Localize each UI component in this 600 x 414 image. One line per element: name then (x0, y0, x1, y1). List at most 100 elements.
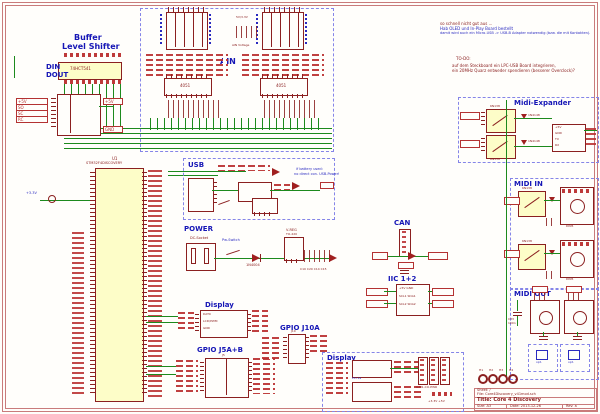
midi-expander-conn-row1: GND (555, 132, 562, 135)
title-block-file: File: Core4Discovery_v41mod.sch (477, 393, 536, 397)
din-socket-circle (570, 252, 585, 267)
buffer-section-title-line2: Level Shifter (62, 43, 120, 51)
midi-out-din2 (564, 300, 594, 334)
ain-header1-slots (167, 13, 205, 47)
gpio-j5-section-title: GPIO J5A+B (197, 347, 243, 354)
din-dout-connector (57, 94, 101, 136)
ain-config-label1: 5V/3.3V (236, 16, 248, 19)
usb-note-2: no direct con. USB-Power! (294, 173, 340, 177)
usb-connector (188, 178, 214, 212)
net-label (366, 288, 388, 296)
mcu-pins-left (90, 172, 95, 396)
transistor-symbol (48, 195, 56, 203)
hole-label-2: H2 (489, 369, 493, 372)
midi-out-cap-value: 100n (508, 322, 516, 325)
net-label: GND (103, 126, 123, 133)
display1-row-0: DAT0 (203, 313, 211, 316)
display2-wire (390, 368, 418, 369)
display1-net-labels-right (252, 310, 268, 332)
ain-mux2-pins-bottom (262, 94, 304, 98)
din-dout-title-line2: DOUT (46, 72, 68, 79)
display2-rails-label: +3.3V +5V (428, 400, 445, 403)
note2-line2: ein 20MHz Quarz entweder spendieren (bes… (452, 69, 575, 73)
usb-sub-ic-pins (254, 212, 274, 216)
midi-in-din1-label: DIN5 (566, 225, 573, 228)
midi-expander-wire-3 (584, 130, 597, 131)
net-label (460, 112, 480, 120)
net-label: +5V (103, 98, 123, 105)
display1-net-labels-left (178, 312, 194, 332)
display2-header1-pins (420, 359, 424, 381)
gpio-j10-pins-right (305, 337, 309, 359)
midi-expander-conn-row3: RX (555, 144, 559, 147)
hole-label-1: H1 (479, 369, 483, 372)
midi-in-r2 (546, 271, 556, 279)
midi-expander-wire-1 (514, 118, 552, 119)
hole-label-4: H4 (509, 369, 513, 372)
net-label (532, 286, 548, 293)
display1-pins-left (195, 314, 199, 332)
display1-row-1: LCD/PWM (203, 320, 217, 323)
ain-header1-note-right (209, 14, 211, 46)
midi-expander-conn-row2: TX (555, 138, 559, 141)
midi-expander-opto2 (486, 135, 516, 159)
usb-connector-pins (213, 182, 217, 206)
midi-in-din2-pins (562, 242, 590, 246)
midi-out-cap-wire-top (517, 300, 518, 311)
ain-header2-slots (263, 13, 301, 47)
mounting-hole-2 (488, 374, 498, 384)
iic-row-0: +5V GND (399, 287, 413, 290)
display2-sub-label: A-M1-CO-PWR (416, 386, 437, 389)
midi-expander-wire-2 (514, 146, 552, 147)
title-block-rev: Rev: a (566, 405, 577, 409)
din-dout-pins-left (51, 98, 56, 128)
title-block-vdiv1 (506, 404, 507, 409)
opto-diagonal (524, 197, 539, 208)
opto-diagonal (524, 250, 539, 261)
note2-heading: TO-DO: (456, 57, 471, 61)
display2-header2-pins (431, 359, 435, 381)
mcu-body (95, 168, 144, 402)
midi-in-r1 (546, 218, 556, 226)
power-caps (304, 250, 330, 262)
mounting-hole-4 (508, 374, 518, 384)
power-diode (252, 254, 260, 262)
title-block-size: Size: A3 (477, 405, 491, 409)
midi-out-cap-wire-bot (517, 316, 518, 326)
ain-bus-drops (150, 118, 322, 130)
display2-net-labels-left (326, 362, 348, 396)
midi-in-din2-label: DIN5 (566, 278, 573, 281)
iic-row-2: SCL2 SDA2 (399, 303, 416, 306)
gpio-j5-divider (226, 359, 227, 395)
display1-wire-2 (146, 322, 178, 323)
gpio-j5-net-labels-right (253, 358, 275, 394)
usb-note-1: if battery used: (296, 168, 323, 172)
net-label (372, 252, 388, 260)
gpio-j5-connector (205, 358, 249, 398)
gpio-j5-wire-2 (146, 374, 176, 375)
midi-expander-conn-row0: +5V (555, 126, 561, 129)
usb-net-labels-top (218, 165, 270, 171)
net-label (366, 300, 388, 308)
display1-section-title: Display (205, 302, 234, 309)
dc-socket-prong2 (204, 248, 209, 264)
midi-expander-diode2-label: 1N4148 (528, 140, 540, 143)
midi-expander-opto2-pins-l (481, 138, 485, 154)
net-label (320, 182, 334, 189)
power-out-arrow (329, 254, 337, 262)
usb-diode-2 (292, 182, 300, 190)
midi-in-wire-1 (544, 200, 560, 201)
usb-wire-1 (212, 190, 238, 191)
midi-out-ground2 (573, 336, 582, 342)
ain-pads1 (146, 54, 228, 76)
usb-net-labels-right (274, 184, 290, 194)
iic-row-1: SCL1 SDA1 (399, 295, 416, 298)
note1-line3: damit wird auch ein Micro-USB -> USB-B A… (440, 32, 590, 36)
net-label (398, 262, 414, 269)
hole-label-3: H3 (499, 369, 503, 372)
midi-expander-opto2-value: 6N138 (490, 158, 500, 161)
display2-header3-pins (442, 359, 446, 381)
mounting-hole-1 (478, 374, 488, 384)
midi-out-option2-symbol (568, 350, 580, 360)
midi-expander-opto1 (486, 109, 516, 133)
